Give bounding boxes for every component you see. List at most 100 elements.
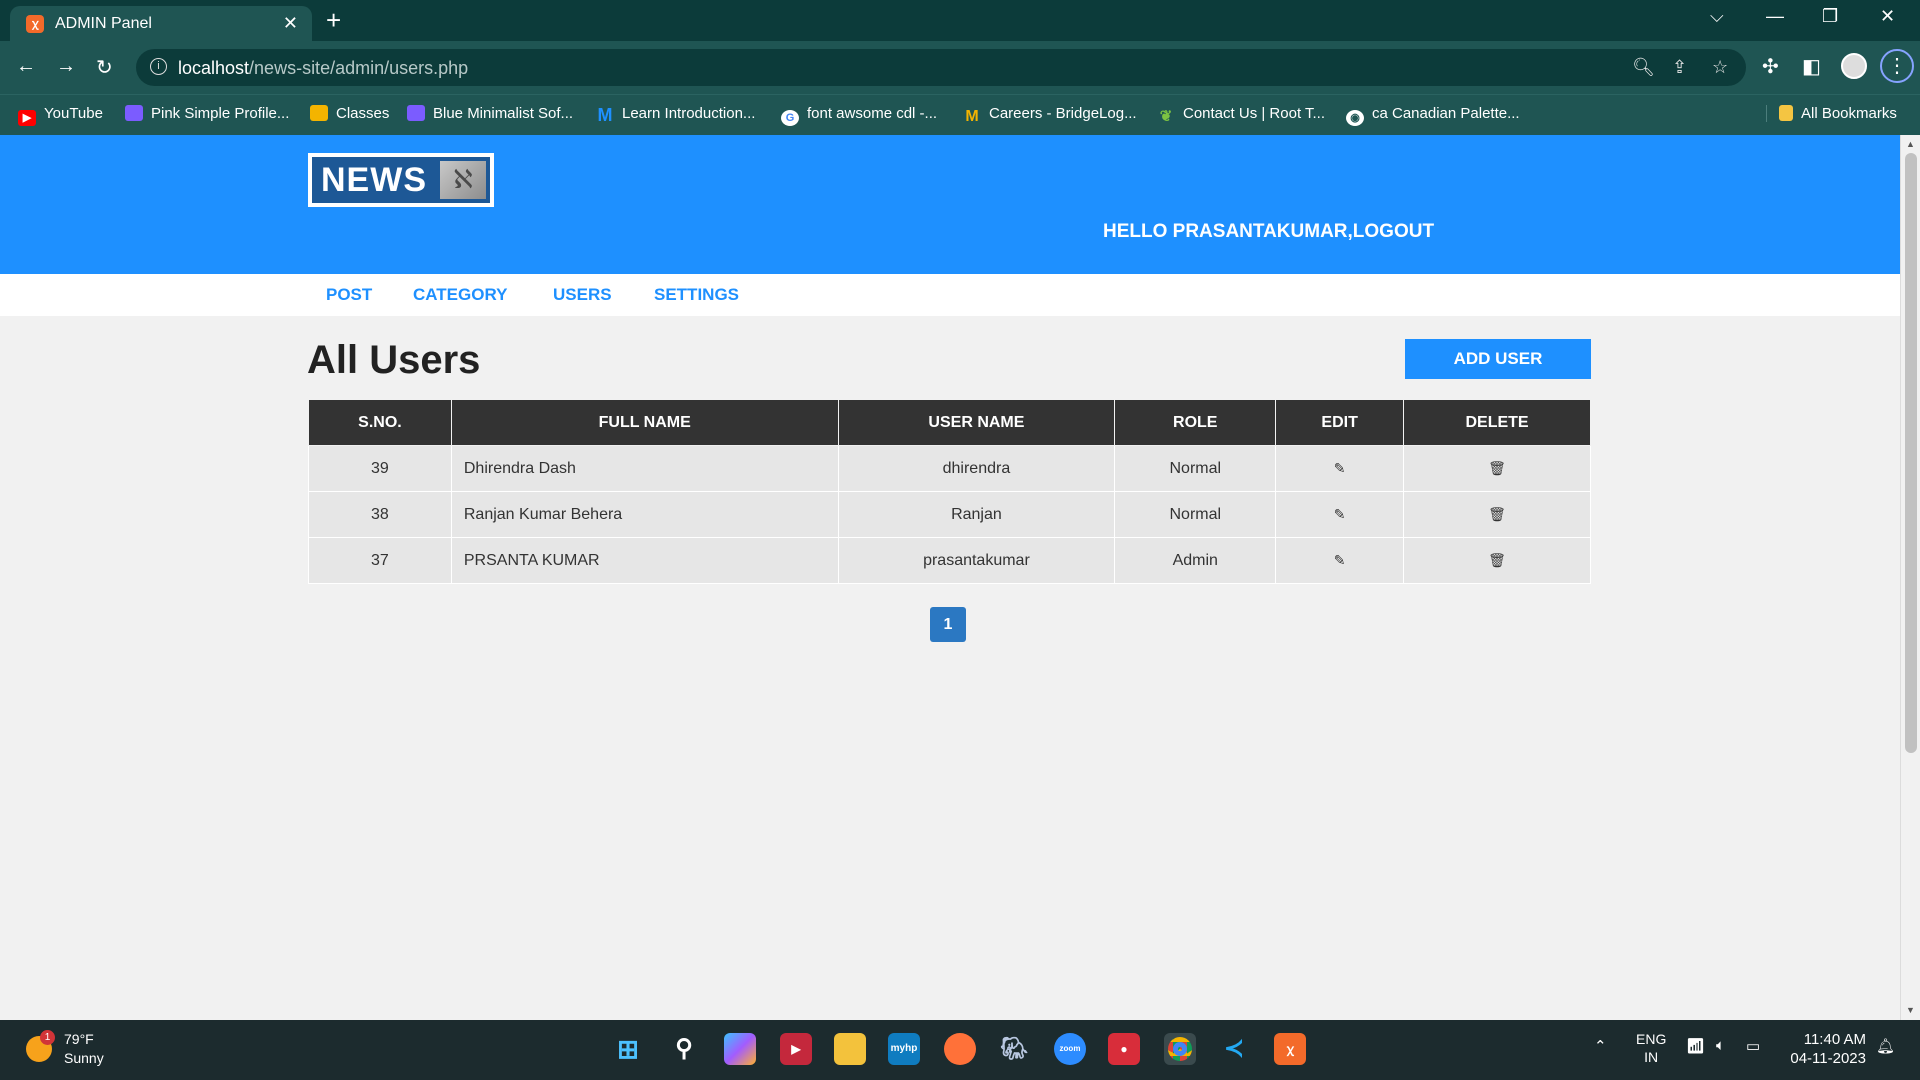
cell-role: Normal [1114,445,1277,492]
menu-settings[interactable]: SETTINGS [654,285,739,305]
url-path: /news-site/admin/users.php [249,58,469,78]
system-clock[interactable]: 11:40 AM 04-11-2023 [1782,1030,1866,1068]
tab-search-icon[interactable]: ⌵ [1710,6,1724,27]
lang-code: ENG [1636,1031,1667,1047]
bookmark-contact-us[interactable]: ❦ Contact Us | Root T... [1157,105,1325,125]
page-scrollbar[interactable]: ▲ ▼ [1900,135,1920,1020]
bookmark-careers[interactable]: M Careers - BridgeLog... [963,105,1137,125]
reload-icon[interactable]: ↻ [96,55,113,80]
classroom-icon [310,105,328,121]
bookmark-star-icon[interactable]: ☆ [1712,57,1728,78]
language-indicator[interactable]: ENG IN [1636,1030,1666,1066]
menu-post[interactable]: POST [326,285,372,305]
scrollbar-thumb[interactable] [1905,153,1917,753]
search-icon[interactable]: ⚲ [668,1033,700,1065]
bookmark-font-awesome[interactable]: Gfont awsome cdl -... [781,105,937,126]
greeting-logout-link[interactable]: HELLO PRASANTAKUMAR,LOGOUT [1103,221,1434,243]
globe-icon: ◉ [1346,110,1364,126]
xampp-icon[interactable]: ꭓ [1274,1033,1306,1065]
bookmark-label: YouTube [44,105,103,122]
browser-tab[interactable]: ꭓ ADMIN Panel ✕ [10,6,312,41]
new-tab-icon[interactable]: + [326,6,341,34]
copilot-icon[interactable] [724,1033,756,1065]
tab-title: ADMIN Panel [55,15,152,32]
admin-menu: POST CATEGORY USERS SETTINGS [0,274,1900,316]
scroll-up-icon[interactable]: ▲ [1906,139,1915,149]
extensions-icon[interactable]: ✣ [1762,54,1779,79]
url-text[interactable]: localhost/news-site/admin/users.php [178,58,468,79]
column-header: FULL NAME [450,399,839,446]
page-title: All Users [307,338,481,382]
battery-icon[interactable]: ▭ [1746,1037,1760,1055]
bookmark-blue-minimalist[interactable]: Blue Minimalist Sof... [407,105,573,122]
zoom-icon[interactable]: zoom [1054,1033,1086,1065]
bookmark-label: Careers - BridgeLog... [989,105,1137,122]
bookmark-youtube[interactable]: ▶ YouTube [18,105,103,126]
menu-users[interactable]: USERS [553,285,612,305]
cell-full-name: Ranjan Kumar Behera [450,491,839,538]
tray-overflow-icon[interactable]: ⌃ [1594,1037,1607,1055]
media-app-icon[interactable]: ▶ [780,1033,812,1065]
cell-role: Admin [1114,537,1277,584]
notification-bell-icon[interactable]: 🔔︎ [1876,1037,1895,1055]
site-info-icon[interactable]: i [150,58,167,75]
screen-recorder-icon[interactable]: ● [1108,1033,1140,1065]
cell-user-name: prasantakumar [837,537,1116,584]
column-header: DELETE [1403,399,1591,446]
side-panel-icon[interactable]: ◧ [1802,54,1821,79]
vscode-icon[interactable]: ≺ [1218,1033,1250,1065]
chrome-logo [1168,1037,1192,1061]
notification-badge: 1 [40,1030,55,1045]
cell-sno: 38 [308,491,452,538]
column-header: USER NAME [837,399,1116,446]
trash-icon[interactable]: 🗑︎ [1488,506,1506,522]
start-icon[interactable]: ⊞ [612,1033,644,1065]
bookmark-canadian-palette[interactable]: ◉ ca Canadian Palette... [1346,105,1520,126]
firefox-icon[interactable] [944,1033,976,1065]
delete-cell: 🗑︎ [1403,537,1591,584]
bookmark-label: Contact Us | Root T... [1183,105,1326,122]
menu-category[interactable]: CATEGORY [413,285,507,305]
myhp-icon[interactable]: myhp [888,1033,920,1065]
share-icon[interactable]: ⇪ [1672,57,1687,78]
forward-icon[interactable]: → [56,55,76,78]
bookmark-learn-intro[interactable]: M Learn Introduction... [596,105,756,125]
zoom-icon[interactable]: 🔍︎ [1632,57,1655,78]
table-row: 38 Ranjan Kumar Behera Ranjan Normal ✎ 🗑… [308,491,1591,538]
bookmark-pink-profile[interactable]: Pink Simple Profile... [125,105,289,122]
os-taskbar: 1 79°F Sunny ⊞ ⚲ ▶ myhp 🐘︎ zoom ● ≺ ꭓ ⌃ … [0,1020,1920,1080]
chrome-icon[interactable] [1164,1033,1196,1065]
back-icon[interactable]: ← [16,55,36,78]
edit-icon[interactable]: ✎ [1334,506,1346,522]
minimize-icon[interactable]: — [1766,6,1784,27]
profile-avatar[interactable] [1841,53,1867,79]
all-bookmarks[interactable]: All Bookmarks [1766,105,1897,122]
edit-icon[interactable]: ✎ [1334,552,1346,568]
address-bar[interactable]: i localhost/news-site/admin/users.php 🔍︎… [136,49,1746,86]
scroll-down-icon[interactable]: ▼ [1906,1005,1915,1015]
add-user-button[interactable]: ADD USER [1405,339,1591,379]
logo-emblem-icon: ℵ [440,161,486,199]
pagination-page-button[interactable]: 1 [930,607,966,642]
url-host: localhost [178,58,250,78]
trash-icon[interactable]: 🗑︎ [1488,460,1506,476]
table-header-row: S.NO. FULL NAME USER NAME ROLE EDIT DELE… [308,399,1591,446]
edit-icon[interactable]: ✎ [1334,460,1346,476]
bookmark-label: Pink Simple Profile... [151,105,290,122]
m-icon: M [597,105,613,125]
close-window-icon[interactable]: ✕ [1880,6,1895,27]
bookmark-classes[interactable]: Classes [310,105,389,122]
postgresql-icon[interactable]: 🐘︎ [998,1033,1030,1065]
weather-condition: Sunny [64,1050,104,1066]
file-explorer-icon[interactable] [834,1033,866,1065]
column-header: S.NO. [308,399,452,446]
site-logo[interactable]: NEWS ℵ [308,153,494,207]
volume-icon[interactable]: 🔈︎ [1716,1037,1725,1054]
table-row: 37 PRSANTA KUMAR prasantakumar Admin ✎ 🗑… [308,537,1591,584]
wifi-icon[interactable]: 📶︎ [1686,1037,1705,1055]
trash-icon[interactable]: 🗑︎ [1488,552,1506,568]
restore-icon[interactable]: ❐ [1822,6,1838,27]
logo-box: NEWS ℵ [312,157,490,203]
close-tab-icon[interactable]: ✕ [283,13,298,34]
chrome-menu-icon[interactable]: ⋮ [1880,49,1914,83]
